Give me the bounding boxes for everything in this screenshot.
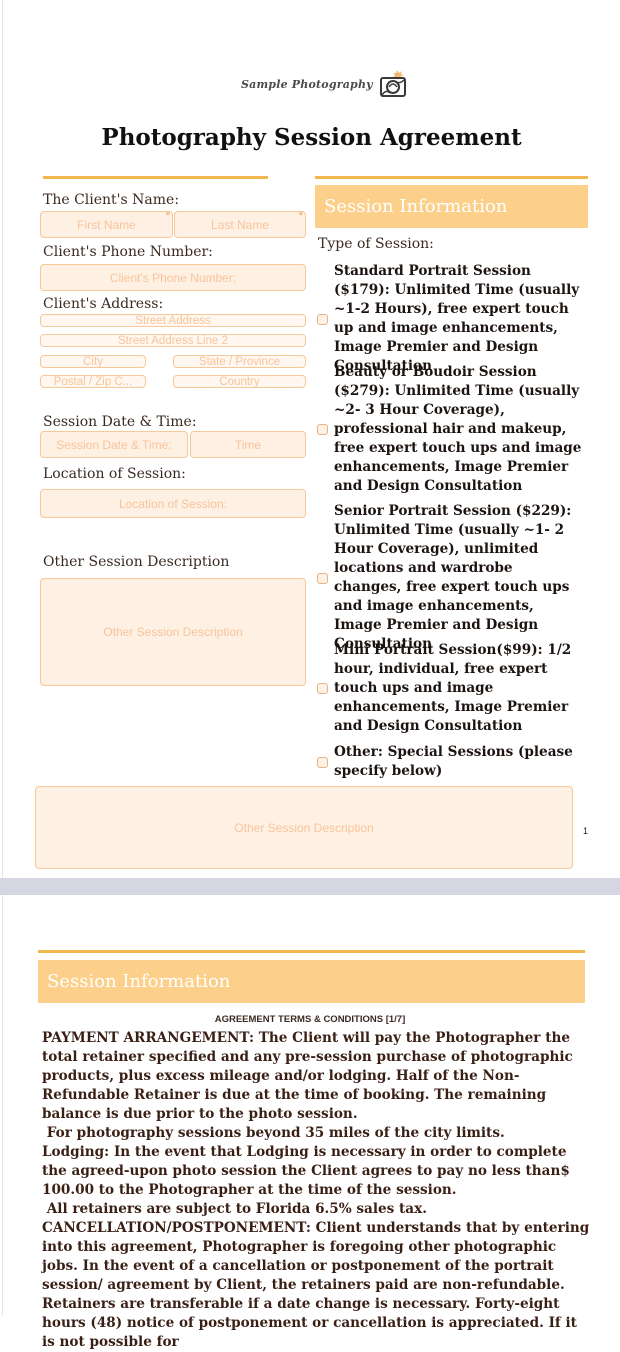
session-option-other[interactable]: Other: Special Sessions (please specify … (317, 743, 582, 781)
session-date-label: Session Date & Time: (43, 414, 197, 430)
camera-logo-icon (379, 70, 406, 97)
section-divider-right (315, 176, 588, 179)
session-time-input[interactable]: Time (190, 431, 306, 458)
street-address-2-input[interactable]: Street Address Line 2 (40, 334, 306, 347)
zip-placeholder: Postal / Zip C... (53, 375, 133, 388)
city-input[interactable]: City (40, 355, 146, 368)
street-address-placeholder: Street Address (135, 314, 211, 327)
page-number: 1 (583, 826, 589, 836)
street-address-input[interactable]: Street Address (40, 314, 306, 327)
section-divider-left (43, 176, 268, 179)
last-name-input[interactable]: Last Name * (174, 211, 306, 238)
required-marker: * (165, 211, 170, 222)
session-type-label: Type of Session: (318, 236, 434, 252)
zip-input[interactable]: Postal / Zip C... (40, 375, 146, 388)
session-date-placeholder: Session Date & Time: (56, 437, 172, 452)
terms-paragraph-mileage: For photography sessions beyond 35 miles… (42, 1125, 505, 1141)
session-option-label: Mini Portrait Session($99): 1/2 hour, in… (334, 642, 572, 734)
page-separator (0, 878, 620, 895)
session-option-boudoir[interactable]: Beauty or Boudoir Session ($279): Unlimi… (317, 363, 582, 496)
country-placeholder: Country (219, 375, 260, 388)
terms-paragraph-lodging: Lodging: In the event that Lodging is ne… (42, 1144, 570, 1198)
checkbox[interactable] (317, 683, 328, 694)
session-option-label: Other: Special Sessions (please specify … (334, 744, 573, 779)
company-logo: Sample Photography (241, 68, 409, 100)
terms-paragraph-payment: PAYMENT ARRANGEMENT: The Client will pay… (42, 1030, 573, 1122)
terms-paragraph-cancellation: CANCELLATION/POSTPONEMENT: Client unders… (42, 1220, 590, 1350)
checkbox[interactable] (317, 313, 328, 325)
other-description-placeholder: Other Session Description (234, 820, 374, 835)
session-option-mini[interactable]: Mini Portrait Session($99): 1/2 hour, in… (317, 641, 582, 736)
last-name-placeholder: Last Name (210, 217, 270, 232)
terms-body: PAYMENT ARRANGEMENT: The Client will pay… (42, 1029, 590, 1352)
session-date-input[interactable]: Session Date & Time: (40, 431, 188, 458)
phone-input[interactable]: Client's Phone Number: (40, 264, 306, 291)
session-time-placeholder: Time (234, 437, 262, 452)
required-marker: * (298, 211, 303, 222)
state-input[interactable]: State / Province (173, 355, 306, 368)
other-description-textarea-wide[interactable]: Other Session Description (35, 786, 573, 869)
logo-text: Sample Photography (241, 77, 373, 91)
location-input[interactable]: Location of Session: (40, 489, 306, 518)
country-input[interactable]: Country (173, 375, 306, 388)
state-placeholder: State / Province (198, 355, 281, 368)
location-placeholder: Location of Session: (118, 496, 228, 511)
first-name-placeholder: First Name (77, 217, 136, 232)
checkbox[interactable] (317, 424, 328, 435)
other-description-placeholder: Other Session Description (103, 625, 243, 639)
client-name-label: The Client's Name: (43, 192, 180, 208)
phone-placeholder: Client's Phone Number: (109, 270, 237, 285)
phone-label: Client's Phone Number: (43, 244, 213, 260)
session-option-standard[interactable]: Standard Portrait Session ($179): Unlimi… (317, 262, 582, 376)
terms-paragraph-tax: All retainers are subject to Florida 6.5… (42, 1201, 427, 1217)
checkbox[interactable] (317, 756, 328, 768)
session-information-header: Session Information (315, 185, 588, 228)
terms-heading: AGREEMENT TERMS & CONDITIONS [1/7] (214, 1014, 406, 1025)
location-label: Location of Session: (43, 466, 186, 482)
section-divider-page2 (38, 950, 585, 953)
session-option-senior[interactable]: Senior Portrait Session ($229): Unlimite… (317, 502, 582, 654)
checkbox[interactable] (317, 572, 328, 584)
first-name-input[interactable]: First Name * (40, 211, 173, 238)
session-option-label: Beauty or Boudoir Session ($279): Unlimi… (334, 364, 582, 494)
session-option-label: Senior Portrait Session ($229): Unlimite… (334, 503, 572, 652)
address-label: Client's Address: (43, 296, 164, 312)
page-title: Photography Session Agreement (101, 124, 522, 151)
session-information-header-page2: Session Information (38, 960, 585, 1003)
street-address-2-placeholder: Street Address Line 2 (118, 334, 228, 347)
document-page-1: Sample Photography Photography Session A… (2, 0, 620, 878)
other-description-textarea-left[interactable]: Other Session Description (40, 578, 306, 686)
session-option-label: Standard Portrait Session ($179): Unlimi… (334, 263, 580, 374)
city-placeholder: City (83, 355, 103, 368)
other-description-label: Other Session Description (43, 554, 230, 570)
